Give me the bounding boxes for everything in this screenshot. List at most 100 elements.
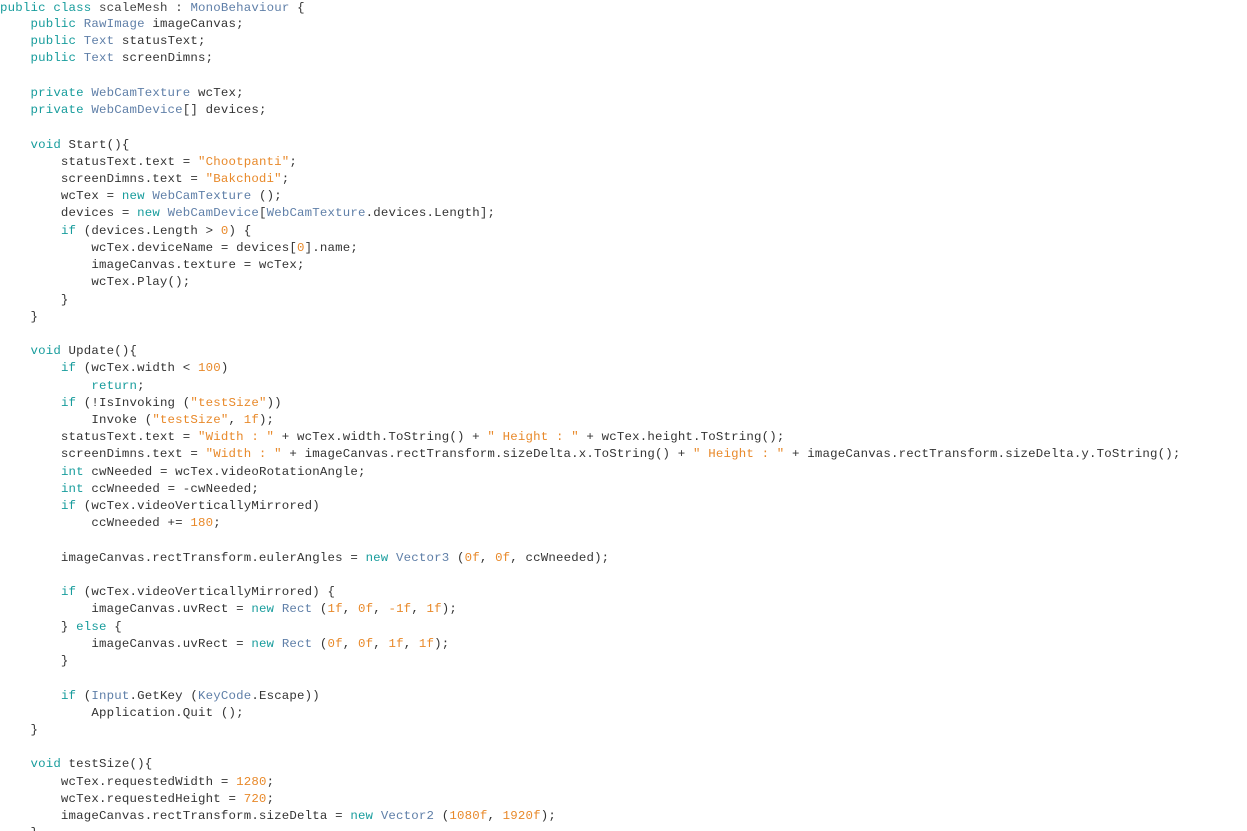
code-token-plain: + wcTex.width.ToString() +: [274, 430, 488, 445]
code-token-num: 1f: [426, 602, 442, 617]
code-token-plain: screenDimns.text =: [0, 447, 206, 462]
code-token-kw: new: [365, 550, 389, 565]
code-token-str: "Bakchodi": [205, 171, 282, 186]
code-token-plain: screenDimns.text =: [0, 171, 206, 186]
code-token-num: 720: [243, 791, 267, 806]
code-token-plain: ;: [266, 791, 275, 806]
code-token-plain: wcTex.requestedWidth =: [0, 774, 237, 789]
code-token-kw: void: [30, 757, 61, 772]
code-token-num: 1080f: [449, 809, 488, 824]
code-token-type: Vector3: [396, 550, 450, 565]
code-token-num: 1f: [327, 602, 343, 617]
code-token-plain: + imageCanvas.rectTransform.sizeDelta.x.…: [281, 447, 694, 462]
code-line: private WebCamDevice[] devices;: [0, 102, 1247, 119]
code-token-plain: ;: [213, 516, 221, 531]
code-token-type: WebCamTexture: [91, 85, 191, 100]
code-token-plain: ccWneeded +=: [0, 516, 191, 531]
code-token-num: 0: [297, 240, 305, 255]
code-token-plain: + imageCanvas.rectTransform.sizeDelta.y.…: [784, 447, 1181, 462]
code-token-plain: ();: [251, 189, 282, 204]
code-line: void Update(){: [0, 343, 1247, 360]
code-token-plain: ].name;: [304, 240, 358, 255]
code-line: void testSize(){: [0, 756, 1247, 773]
code-token-plain: }: [0, 722, 39, 737]
code-token-type: WebCamTexture: [152, 189, 252, 204]
code-token-str: "testSize": [152, 413, 229, 428]
code-line: screenDimns.text = "Bakchodi";: [0, 171, 1247, 188]
code-token-plain: ,: [487, 809, 503, 824]
code-token-num: 180: [190, 516, 214, 531]
code-line: if (wcTex.videoVerticallyMirrored): [0, 498, 1247, 515]
code-token-plain: statusText;: [114, 34, 206, 49]
code-token-plain: )): [266, 395, 282, 410]
code-token-plain: );: [434, 636, 450, 651]
code-token-num: 1f: [243, 413, 259, 428]
code-token-plain: }: [0, 309, 39, 324]
code-token-plain: ;: [281, 171, 290, 186]
code-token-kw: if: [60, 585, 77, 600]
code-token-kw: if: [60, 499, 77, 514]
code-token-plain: ): [220, 361, 229, 376]
code-token-plain: (: [312, 602, 328, 617]
code-line: public Text screenDimns;: [0, 50, 1247, 67]
code-token-kw: return: [91, 378, 138, 393]
code-token-plain: (wcTex.videoVerticallyMirrored): [76, 499, 320, 514]
code-line: int ccWneeded = -cwNeeded;: [0, 481, 1247, 498]
code-token-plain: statusText.text =: [0, 154, 199, 169]
code-token-kw: new: [251, 636, 275, 651]
code-token-plain: imageCanvas.rectTransform.sizeDelta =: [0, 809, 351, 824]
code-token-plain: wcTex.deviceName = devices[: [0, 240, 298, 255]
code-token-plain: devices =: [0, 206, 138, 221]
code-token-plain: Update(){: [60, 344, 138, 359]
code-token-plain: (wcTex.videoVerticallyMirrored) {: [76, 585, 336, 600]
code-token-plain: ;: [137, 378, 145, 393]
code-token-plain: imageCanvas.rectTransform.eulerAngles =: [0, 550, 366, 565]
code-token-plain: (: [76, 688, 92, 703]
code-line: }: [0, 653, 1247, 670]
code-token-plain: ,: [228, 413, 244, 428]
code-token-plain: {: [289, 1, 305, 15]
code-token-kw: if: [60, 395, 77, 410]
code-token-type: WebCamDevice: [91, 103, 183, 118]
code-token-kw: public: [0, 1, 46, 15]
code-token-kw: if: [60, 688, 77, 703]
code-line: public class scaleMesh : MonoBehaviour {: [0, 0, 1247, 16]
code-token-plain: imageCanvas.uvRect =: [0, 636, 252, 651]
code-token-kw: class: [53, 1, 92, 15]
code-token-type: KeyCode: [198, 688, 252, 703]
code-line: }: [0, 292, 1247, 309]
code-token-kw: new: [137, 206, 160, 221]
code-token-plain: :: [167, 1, 191, 15]
code-line: wcTex = new WebCamTexture ();: [0, 188, 1247, 205]
code-token-kw: new: [121, 189, 145, 204]
code-token-plain: {: [106, 619, 122, 634]
code-token-kw: void: [30, 344, 61, 359]
code-token-plain: screenDimns;: [114, 51, 214, 66]
code-token-kw: int: [60, 464, 84, 479]
code-line: ccWneeded += 180;: [0, 515, 1247, 532]
code-token-plain: testSize(){: [60, 757, 153, 772]
code-line: void Start(){: [0, 137, 1247, 154]
code-line: Invoke ("testSize", 1f);: [0, 412, 1247, 429]
code-token-type: Text: [83, 51, 115, 66]
code-token-plain: (devices.Length >: [76, 223, 221, 238]
code-token-type: WebCamTexture: [266, 206, 366, 221]
code-token-kw: public: [30, 51, 77, 66]
code-token-plain: cwNeeded = wcTex.videoRotationAngle;: [83, 464, 366, 479]
code-line: }: [0, 309, 1247, 326]
